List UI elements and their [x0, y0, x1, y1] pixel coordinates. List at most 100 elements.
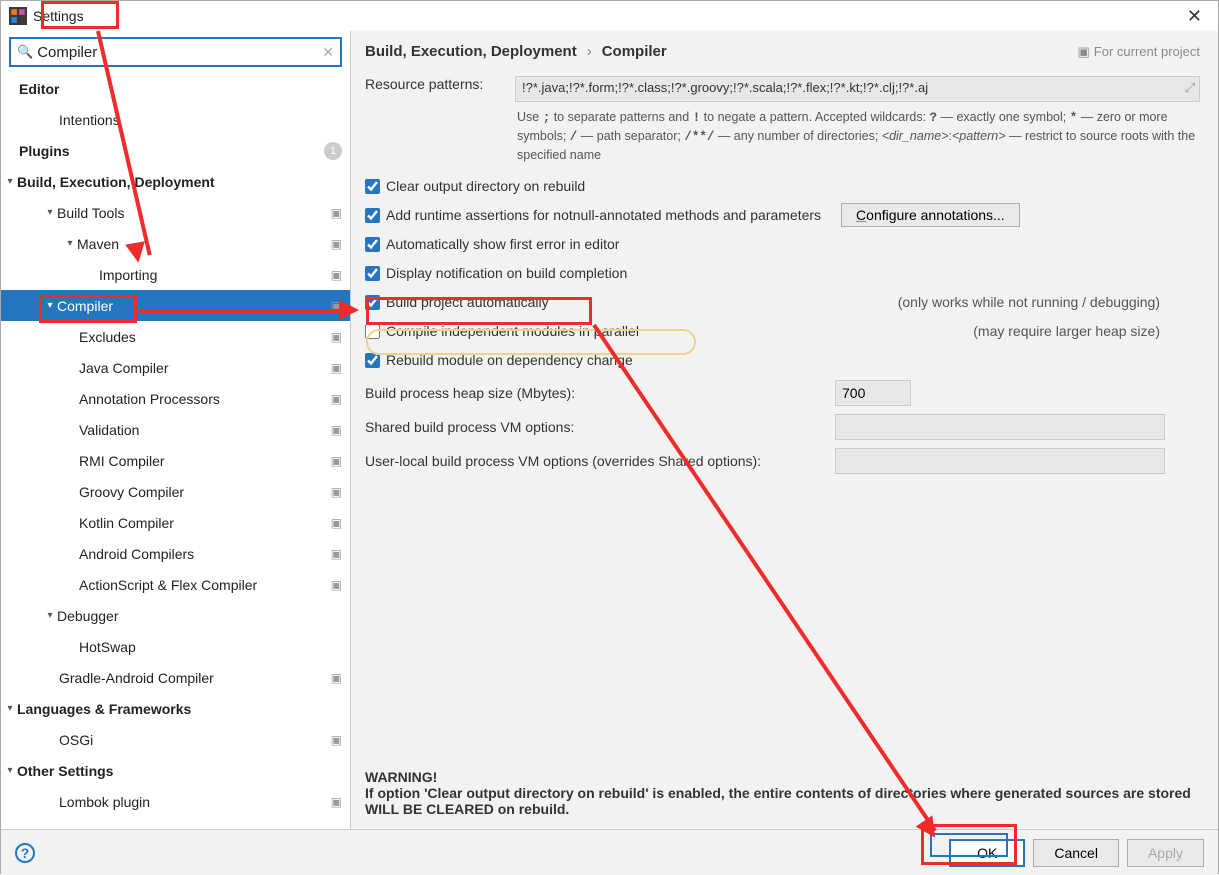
project-icon: ▣ — [1078, 44, 1090, 60]
shared-vm-input[interactable] — [835, 414, 1165, 440]
heap-size-input[interactable] — [835, 380, 911, 406]
tree-item-compiler[interactable]: ▾Compiler ▣ — [1, 290, 350, 321]
chevron-down-icon: ▾ — [3, 703, 17, 714]
tree-item-label: Validation — [79, 422, 139, 438]
tree-item-groovy-compiler[interactable]: Groovy Compiler ▣ — [1, 476, 350, 507]
tree-item-label: RMI Compiler — [79, 453, 165, 469]
tree-item-label: Annotation Processors — [79, 391, 220, 407]
tree-item-build-execution-deployment[interactable]: ▾Build, Execution, Deployment — [1, 166, 350, 197]
project-icon: ▣ — [331, 361, 342, 375]
tree-item-android-compilers[interactable]: Android Compilers ▣ — [1, 538, 350, 569]
tree-item-other-settings[interactable]: ▾Other Settings — [1, 755, 350, 786]
rebuild-dependency-checkbox[interactable]: Rebuild module on dependency change — [365, 348, 1200, 372]
title-bar: Settings ✕ — [1, 1, 1218, 31]
tree-item-label: Android Compilers — [79, 546, 194, 562]
close-icon[interactable]: ✕ — [1179, 4, 1210, 29]
project-icon: ▣ — [331, 795, 342, 809]
tree-item-label: Kotlin Compiler — [79, 515, 174, 531]
chevron-down-icon: ▾ — [63, 238, 77, 249]
tree-item-label: HotSwap — [79, 639, 136, 655]
search-box[interactable]: 🔍 ✕ — [9, 37, 342, 67]
tree-item-importing[interactable]: Importing ▣ — [1, 259, 350, 290]
compile-parallel-checkbox[interactable]: Compile independent modules in parallel … — [365, 319, 1200, 343]
tree-item-validation[interactable]: Validation▣ — [1, 414, 350, 445]
expand-icon[interactable]: ⤢ — [1185, 80, 1195, 96]
shared-vm-label: Shared build process VM options: — [365, 419, 835, 435]
footer: ? OK Cancel Apply — [1, 829, 1218, 875]
resource-patterns-hint: Use ; to separate patterns and ! to nega… — [517, 108, 1200, 164]
breadcrumb-part2: Compiler — [602, 43, 667, 60]
resource-patterns-input[interactable]: !?*.java;!?*.form;!?*.class;!?*.groovy;!… — [515, 76, 1200, 102]
user-vm-input[interactable] — [835, 448, 1165, 474]
chevron-down-icon: ▾ — [3, 176, 17, 187]
breadcrumb: Build, Execution, Deployment › Compiler … — [365, 43, 1200, 64]
tree-item-label: Other Settings — [17, 763, 113, 779]
tree-item-annotation-processors[interactable]: Annotation Processors▣ — [1, 383, 350, 414]
user-vm-label: User-local build process VM options (ove… — [365, 453, 835, 469]
resource-patterns-label: Resource patterns: — [365, 76, 505, 92]
tree-item-kotlin-compiler[interactable]: Kotlin Compiler ▣ — [1, 507, 350, 538]
tree-item-label: Excludes — [79, 329, 136, 345]
tree-item-plugins[interactable]: Plugins 1 — [1, 135, 350, 166]
project-icon: ▣ — [331, 547, 342, 561]
tree-item-label: OSGi — [59, 732, 93, 748]
first-error-checkbox[interactable]: Automatically show first error in editor — [365, 232, 1200, 256]
project-icon: ▣ — [331, 299, 342, 313]
tree-item-lombok-plugin[interactable]: Lombok plugin ▣ — [1, 786, 350, 817]
tree-item-osgi[interactable]: OSGi ▣ — [1, 724, 350, 755]
cancel-button[interactable]: Cancel — [1033, 839, 1119, 867]
tree-item-maven[interactable]: ▾Maven▣ — [1, 228, 350, 259]
tree-item-label: Importing — [99, 267, 157, 283]
apply-button[interactable]: Apply — [1127, 839, 1204, 867]
tree-item-editor[interactable]: Editor — [1, 73, 350, 104]
badge: 1 — [324, 142, 342, 160]
search-input[interactable] — [37, 44, 334, 61]
tree-item-rmi-compiler[interactable]: RMI Compiler▣ — [1, 445, 350, 476]
tree-item-java-compiler[interactable]: Java Compiler▣ — [1, 352, 350, 383]
project-icon: ▣ — [331, 330, 342, 344]
tree-item-label: Build, Execution, Deployment — [17, 174, 215, 190]
breadcrumb-part1: Build, Execution, Deployment — [365, 43, 577, 60]
tree-item-label: Build Tools — [57, 205, 124, 221]
clear-icon[interactable]: ✕ — [322, 44, 334, 61]
tree-item-debugger[interactable]: ▾Debugger — [1, 600, 350, 631]
help-icon[interactable]: ? — [15, 843, 35, 863]
sidebar: 🔍 ✕ EditorIntentionsPlugins1▾Build, Exec… — [1, 31, 351, 829]
tree-item-actionscript-flex-compiler[interactable]: ActionScript & Flex Compiler▣ — [1, 569, 350, 600]
tree-item-label: Editor — [19, 81, 59, 97]
warning: WARNING! If option 'Clear output directo… — [365, 769, 1200, 817]
tree-item-build-tools[interactable]: ▾Build Tools▣ — [1, 197, 350, 228]
build-auto-checkbox[interactable]: Build project automatically (only works … — [365, 290, 1200, 314]
project-icon: ▣ — [331, 671, 342, 685]
app-logo-icon — [9, 7, 27, 25]
breadcrumb-separator: › — [587, 43, 592, 60]
chevron-down-icon: ▾ — [43, 207, 57, 218]
tree-item-label: Languages & Frameworks — [17, 701, 191, 717]
clear-output-checkbox[interactable]: Clear output directory on rebuild — [365, 174, 1200, 198]
search-icon: 🔍 — [17, 44, 33, 60]
project-icon: ▣ — [331, 485, 342, 499]
settings-tree[interactable]: EditorIntentionsPlugins1▾Build, Executio… — [1, 73, 350, 829]
tree-item-excludes[interactable]: Excludes ▣ — [1, 321, 350, 352]
assertions-checkbox[interactable]: Add runtime assertions for notnull-annot… — [365, 203, 1200, 227]
tree-item-intentions[interactable]: Intentions — [1, 104, 350, 135]
content-panel: Build, Execution, Deployment › Compiler … — [351, 31, 1218, 829]
tree-item-label: Debugger — [57, 608, 119, 624]
tree-item-languages-frameworks[interactable]: ▾Languages & Frameworks — [1, 693, 350, 724]
notification-checkbox[interactable]: Display notification on build completion — [365, 261, 1200, 285]
tree-item-label: Plugins — [19, 143, 70, 159]
project-icon: ▣ — [331, 733, 342, 747]
tree-item-label: ActionScript & Flex Compiler — [79, 577, 257, 593]
tree-item-label: Compiler — [57, 298, 113, 314]
chevron-down-icon: ▾ — [43, 610, 57, 621]
tree-item-gradle-android-compiler[interactable]: Gradle-Android Compiler▣ — [1, 662, 350, 693]
configure-annotations-button[interactable]: Configure annotations... — [841, 203, 1020, 227]
ok-button[interactable]: OK — [949, 839, 1025, 867]
chevron-down-icon: ▾ — [43, 300, 57, 311]
project-hint: ▣ For current project — [1078, 44, 1201, 60]
tree-item-label: Groovy Compiler — [79, 484, 184, 500]
project-icon: ▣ — [331, 516, 342, 530]
tree-item-label: Lombok plugin — [59, 794, 150, 810]
project-icon: ▣ — [331, 268, 342, 282]
tree-item-hotswap[interactable]: HotSwap — [1, 631, 350, 662]
